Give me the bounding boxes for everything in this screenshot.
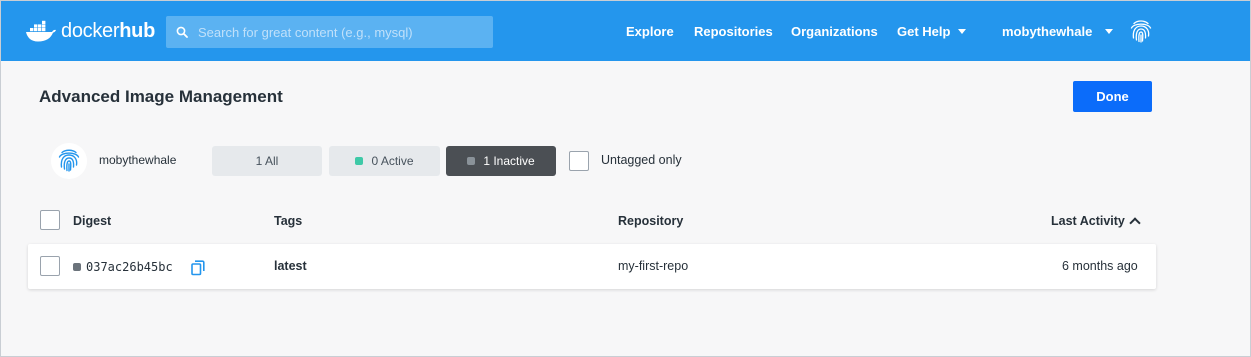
search-input[interactable] — [198, 24, 493, 40]
untagged-only-checkbox[interactable] — [569, 151, 589, 171]
filter-active[interactable]: 0 Active — [329, 146, 440, 176]
repository-value[interactable]: my-first-repo — [618, 259, 688, 273]
search-box[interactable] — [166, 16, 493, 48]
done-button[interactable]: Done — [1073, 81, 1152, 112]
select-all-checkbox[interactable] — [40, 210, 60, 230]
chevron-down-icon — [958, 28, 967, 34]
fingerprint-avatar-icon — [51, 143, 87, 179]
sort-ascending-icon — [1129, 217, 1141, 229]
last-activity-label: Last Activity — [1051, 214, 1125, 228]
fingerprint-avatar-icon — [1131, 20, 1152, 43]
filter-all[interactable]: 1 All — [212, 146, 322, 176]
untagged-only-label: Untagged only — [601, 153, 682, 167]
column-header-digest[interactable]: Digest — [73, 214, 111, 228]
column-header-repository[interactable]: Repository — [618, 214, 683, 228]
filter-inactive-label: 1 Inactive — [483, 154, 535, 168]
nav-get-help[interactable]: Get Help — [897, 1, 967, 61]
nav-explore[interactable]: Explore — [626, 1, 674, 61]
last-activity-value: 6 months ago — [1062, 259, 1138, 273]
docker-hub-logo[interactable]: dockerhub — [25, 15, 155, 47]
nav-repositories[interactable]: Repositories — [694, 1, 773, 61]
top-nav-bar: dockerhub Explore Repositories Organizat… — [1, 1, 1250, 61]
docker-whale-icon — [26, 20, 56, 42]
filter-all-label: 1 All — [255, 154, 279, 168]
brand-wordmark: dockerhub — [61, 19, 155, 42]
filter-active-label: 0 Active — [371, 154, 414, 168]
filter-inactive[interactable]: 1 Inactive — [446, 146, 556, 176]
column-header-tags[interactable]: Tags — [274, 214, 302, 228]
app-window: dockerhub Explore Repositories Organizat… — [0, 0, 1251, 357]
digest-value: 037ac26b45bc — [86, 260, 173, 274]
nav-organizations-label: Organizations — [791, 23, 878, 39]
nav-get-help-label: Get Help — [897, 23, 951, 39]
nav-organizations[interactable]: Organizations — [791, 1, 878, 61]
row-select-checkbox[interactable] — [40, 256, 60, 276]
user-menu[interactable]: mobythewhale — [1002, 1, 1156, 61]
copy-icon[interactable] — [191, 260, 205, 276]
username-label: mobythewhale — [1002, 23, 1093, 39]
active-status-dot — [355, 157, 364, 165]
chevron-down-icon — [1105, 28, 1114, 34]
inactive-status-dot — [467, 157, 476, 165]
page-title: Advanced Image Management — [39, 87, 283, 106]
nav-explore-label: Explore — [626, 23, 674, 39]
inactive-status-dot — [73, 263, 81, 271]
column-header-last-activity[interactable]: Last Activity — [1051, 214, 1141, 229]
search-icon — [176, 26, 188, 38]
nav-repositories-label: Repositories — [694, 23, 773, 39]
tag-value[interactable]: latest — [274, 259, 307, 273]
table-row: 037ac26b45bc latest my-first-repo 6 mont… — [28, 244, 1156, 289]
owner-name: mobythewhale — [99, 153, 177, 167]
